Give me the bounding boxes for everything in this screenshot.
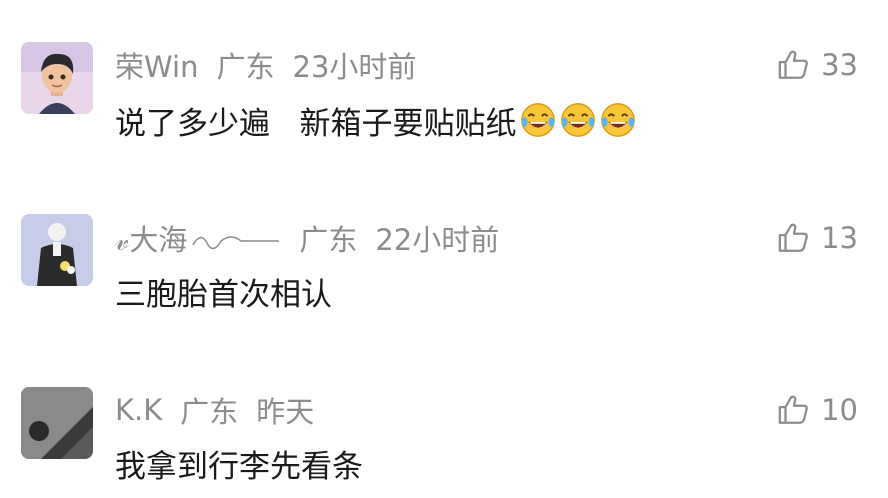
thumbs-up-icon	[778, 395, 808, 424]
location: 广东	[180, 395, 239, 429]
like-count: 33	[821, 48, 858, 82]
username[interactable]: K.K	[115, 393, 162, 427]
comment-meta: 𝓋大海 广东 22小时前	[115, 218, 499, 258]
laugh-cry-emoji	[519, 101, 557, 139]
comment-meta: K.K 广东 昨天	[115, 390, 314, 430]
comment-text: 我拿到行李先看条	[115, 448, 363, 485]
username[interactable]: 𝓋大海	[115, 217, 281, 259]
username-decoration	[192, 236, 280, 250]
comment-text: 说了多少遍 新箱子要贴贴纸	[115, 105, 517, 142]
like-button[interactable]: 10	[777, 390, 858, 430]
laugh-cry-emoji	[599, 101, 637, 139]
timestamp: 22小时前	[375, 223, 500, 257]
location: 广东	[299, 223, 358, 257]
comment-text: 三胞胎首次相认	[115, 276, 332, 313]
like-button[interactable]: 13	[777, 218, 858, 258]
comment-text-row: 三胞胎首次相认	[115, 269, 332, 313]
comment-text-row: 说了多少遍 新箱子要贴贴纸	[115, 98, 637, 142]
thumbs-up-icon	[778, 223, 808, 252]
timestamp: 23小时前	[292, 50, 417, 84]
username[interactable]: 荣Win	[115, 44, 198, 86]
like-count: 10	[821, 393, 858, 427]
comment-text-row: 我拿到行李先看条	[115, 441, 363, 485]
timestamp: 昨天	[256, 395, 315, 429]
thumbs-up-icon	[778, 50, 808, 79]
comment-meta: 荣Win 广东 23小时前	[115, 45, 416, 85]
like-count: 13	[821, 221, 858, 255]
location: 广东	[216, 50, 275, 84]
username-text: 𝓋大海	[115, 223, 188, 257]
like-button[interactable]: 33	[777, 45, 858, 85]
avatar[interactable]	[21, 387, 93, 459]
avatar[interactable]	[21, 214, 93, 286]
avatar[interactable]	[21, 42, 93, 114]
laugh-cry-emoji	[559, 101, 597, 139]
